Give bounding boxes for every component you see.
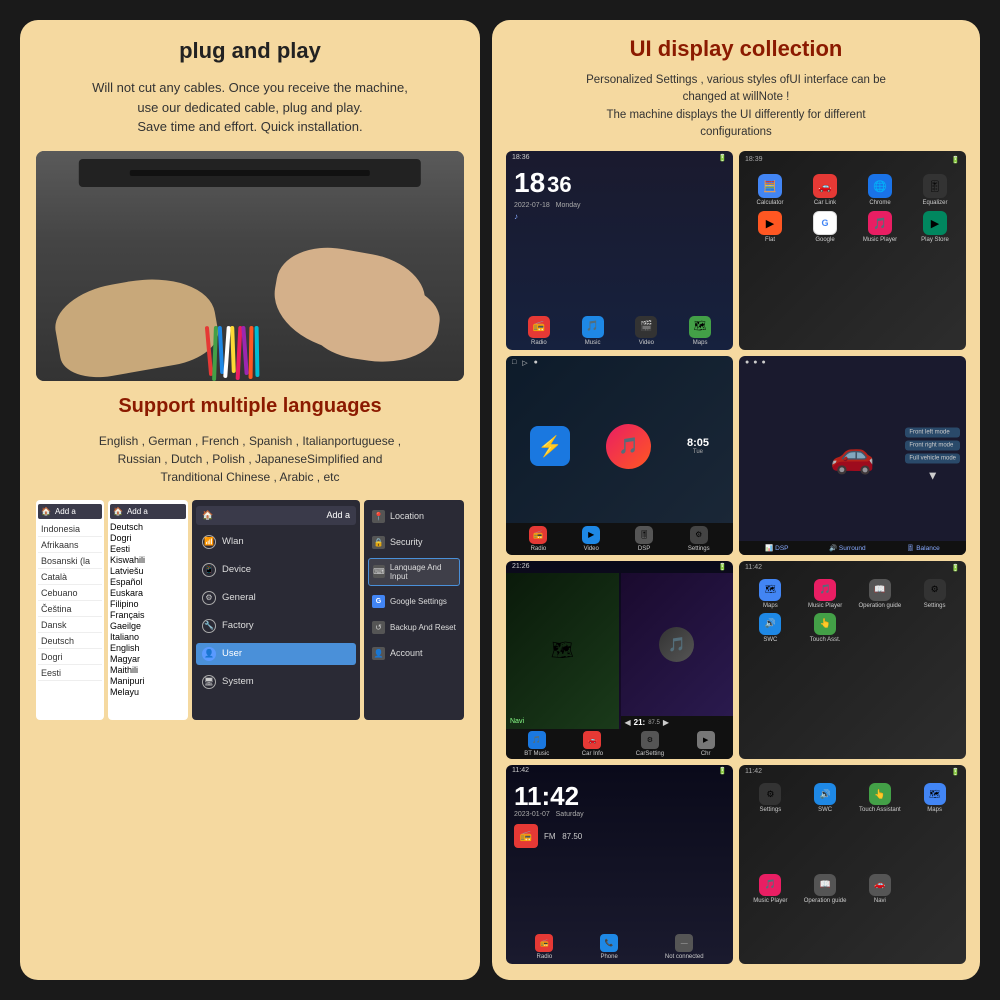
submenu-backup[interactable]: ↺ Backup And Reset bbox=[368, 617, 460, 638]
left-panel: plug and play Will not cut any cables. O… bbox=[20, 20, 480, 980]
ui-collection-title: UI display collection bbox=[506, 36, 966, 62]
list-item: Gaeilge bbox=[110, 621, 186, 631]
list-item: Bosanski (la bbox=[38, 554, 102, 569]
list-item: Català bbox=[38, 570, 102, 585]
list-item: Español bbox=[110, 577, 186, 587]
lang-list-1: 🏠 Add a Indonesia Afrikaans Bosanski (la… bbox=[36, 500, 104, 720]
list-item: Italiano bbox=[110, 632, 186, 642]
list-item: Filipino bbox=[110, 599, 186, 609]
submenu-location[interactable]: 📍 Location bbox=[368, 506, 460, 527]
list-item: Kiswahili bbox=[110, 555, 186, 565]
settings-device[interactable]: 📱 Device bbox=[196, 559, 356, 581]
submenu-account[interactable]: 👤 Account bbox=[368, 643, 460, 664]
list-item: Eesti bbox=[38, 666, 102, 681]
screenshot-app-grid-2: 11:42🔋 🗺Maps 🎵Music Player 📖Operation gu… bbox=[739, 561, 966, 760]
list-item: Deutsch bbox=[110, 522, 186, 532]
list-item: Maithili bbox=[110, 665, 186, 675]
list-item: Euskara bbox=[110, 588, 186, 598]
settings-factory[interactable]: 🔧 Factory bbox=[196, 615, 356, 637]
screenshot-clock-2: 11:42🔋 11:42 2023-01-07 Saturday 📻 FM 87… bbox=[506, 765, 733, 964]
settings-submenu: 📍 Location 🔒 Security ⌨ Lanquage And Inp… bbox=[364, 500, 464, 720]
list-item: Dogri bbox=[38, 650, 102, 665]
settings-user[interactable]: 👤 User bbox=[196, 643, 356, 665]
main-container: plug and play Will not cut any cables. O… bbox=[10, 10, 990, 990]
settings-ui: 🏠 Add a Indonesia Afrikaans Bosanski (la… bbox=[36, 500, 464, 720]
list-item: Deutsch bbox=[38, 634, 102, 649]
plug-image bbox=[36, 151, 464, 381]
right-panel: UI display collection Personalized Setti… bbox=[492, 20, 980, 980]
screenshot-nav-music: 21:26🔋 🗺 Navi 🎵 ◀ 2 bbox=[506, 561, 733, 760]
screenshot-app-grid-1: 18:39🔋 🧮Calculator 🚗Car Link 🌐Chrome 🎚Eq… bbox=[739, 151, 966, 350]
lang-desc: English , German , French , Spanish , It… bbox=[36, 432, 464, 486]
settings-menu: 🏠Add a 📶 Wlan 📱 Device ⚙ General 🔧 Facto… bbox=[192, 500, 360, 720]
submenu-language[interactable]: ⌨ Lanquage And Input bbox=[368, 558, 460, 586]
list-item: Eesti bbox=[110, 544, 186, 554]
plug-title: plug and play bbox=[36, 38, 464, 64]
screenshot-clock-radio: 18:36🔋 18 36 2022-07-18 Monday ♪ 📻 Radio… bbox=[506, 151, 733, 350]
screenshot-app-grid-3: 11:42🔋 ⚙Settings 🔊SWC 👆Touch Assistant 🗺… bbox=[739, 765, 966, 964]
list-item: English bbox=[110, 643, 186, 653]
list-item: Indonesia bbox=[38, 522, 102, 537]
settings-wlan[interactable]: 📶 Wlan bbox=[196, 531, 356, 553]
list-item: Manipuri bbox=[110, 676, 186, 686]
list-item: Dansk bbox=[38, 618, 102, 633]
screenshots-grid: 18:36🔋 18 36 2022-07-18 Monday ♪ 📻 Radio… bbox=[506, 151, 966, 964]
lang-list-2: 🏠 Add a Deutsch Dogri Eesti Kiswahili La… bbox=[108, 500, 188, 720]
list-item: Melayu bbox=[110, 687, 186, 697]
list-item: Magyar bbox=[110, 654, 186, 664]
screenshot-dsp: ●●● 🚗 Front left mode Front right mode F… bbox=[739, 356, 966, 555]
support-title: Support multiple languages bbox=[36, 395, 464, 418]
ui-collection-desc: Personalized Settings , various styles o… bbox=[506, 72, 966, 141]
list-item: Dogri bbox=[110, 533, 186, 543]
screenshot-bluetooth: □▷● ⚡ 🎵 8:05 Tue 📻 Radio ▶ bbox=[506, 356, 733, 555]
list-item: Čeština bbox=[38, 602, 102, 617]
list-item: Cebuano bbox=[38, 586, 102, 601]
submenu-google[interactable]: G Google Settings bbox=[368, 591, 460, 612]
plug-desc: Will not cut any cables. Once you receiv… bbox=[36, 78, 464, 137]
settings-system[interactable]: 🖥 System bbox=[196, 671, 356, 693]
settings-general[interactable]: ⚙ General bbox=[196, 587, 356, 609]
list-item: Français bbox=[110, 610, 186, 620]
submenu-security[interactable]: 🔒 Security bbox=[368, 532, 460, 553]
list-item: Afrikaans bbox=[38, 538, 102, 553]
list-item: Latviešu bbox=[110, 566, 186, 576]
